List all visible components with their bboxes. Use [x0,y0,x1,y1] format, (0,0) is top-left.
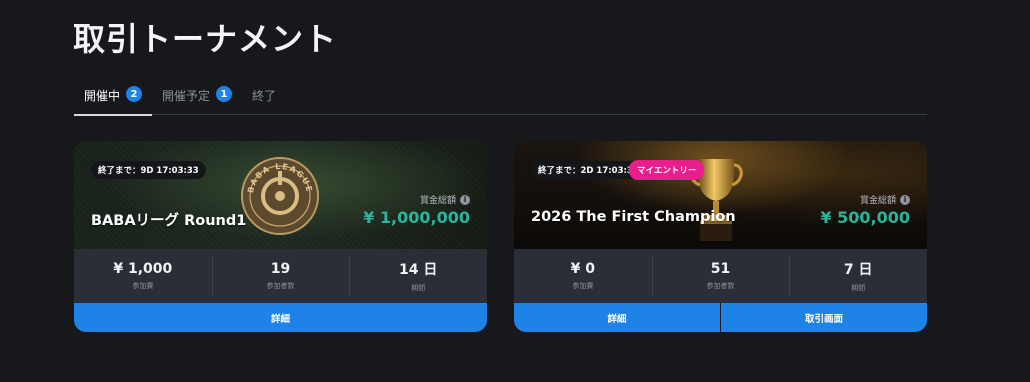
stat-label: 参加費 [572,282,594,290]
tab-label: 開催中 [84,89,121,103]
stat-entry-fee: ¥ 0 参加費 [514,249,652,303]
card-banner: 終了まで：2D 17:03:33 マイエントリー 2026 The First … [514,141,927,249]
card-actions: 詳細 取引画面 [514,303,927,332]
stat-value: ¥ 0 [570,261,596,277]
countdown-timer: 終了まで：9D 17:03:33 [91,161,206,179]
details-button[interactable]: 詳細 [74,303,487,332]
prize-label-text: 賞金総額 [419,196,456,206]
stat-label: 期間 [411,284,426,292]
card-actions: 詳細 [74,303,487,332]
tab-finished[interactable]: 終了 [242,84,286,115]
info-icon[interactable]: i [900,194,910,205]
info-icon[interactable]: i [460,194,470,205]
league-emblem-icon: BABA LEAGUE [241,157,319,235]
prize-label: 賞金総額 i [420,193,470,206]
tournament-card: BABA LEAGUE 終了まで：9D 17:03:33 BABAリーグ Rou… [74,141,487,332]
count-badge: 1 [216,86,233,102]
stat-label: 参加者数 [706,282,735,290]
stat-value: 7 日 [843,262,873,278]
tournament-title: 2026 The First Champion [531,209,736,225]
prize-label: 賞金総額 i [860,193,910,206]
trading-screen-button[interactable]: 取引画面 [720,303,927,332]
tab-ongoing[interactable]: 開催中 2 [74,84,153,116]
page-title: 取引トーナメント [73,20,338,58]
stat-value: 14 日 [399,262,438,278]
my-entry-badge: マイエントリー [629,160,705,180]
stat-duration: 7 日 期間 [789,249,927,303]
stat-value: 19 [270,261,291,277]
tournament-title: BABAリーグ Round1 [91,213,247,229]
stat-label: 期間 [851,284,866,292]
count-badge: 2 [126,86,143,102]
tab-upcoming[interactable]: 開催予定 1 [152,84,242,115]
stat-participants: 51 参加者数 [651,249,790,303]
prize-label-text: 賞金総額 [859,196,896,206]
stat-duration: 14 日 期間 [349,249,487,303]
tab-label: 開催予定 [162,89,211,103]
stat-participants: 19 参加者数 [211,249,350,303]
stat-entry-fee: ¥ 1,000 参加費 [74,249,212,303]
stat-label: 参加者数 [266,282,295,290]
prize-amount: ¥ 500,000 [820,208,910,227]
stat-value: 51 [710,261,731,277]
prize-amount: ¥ 1,000,000 [363,208,470,227]
tournament-card: 終了まで：2D 17:03:33 マイエントリー 2026 The First … [514,141,927,332]
card-banner: BABA LEAGUE 終了まで：9D 17:03:33 BABAリーグ Rou… [74,141,487,249]
stats-row: ¥ 1,000 参加費 19 参加者数 14 日 期間 [74,249,487,303]
stat-label: 参加費 [132,282,154,290]
details-button[interactable]: 詳細 [514,303,720,332]
tab-label: 終了 [252,89,277,103]
stats-row: ¥ 0 参加費 51 参加者数 7 日 期間 [514,249,927,303]
stat-value: ¥ 1,000 [113,261,173,277]
tournament-tabs: 開催中 2 開催予定 1 終了 [74,84,927,116]
